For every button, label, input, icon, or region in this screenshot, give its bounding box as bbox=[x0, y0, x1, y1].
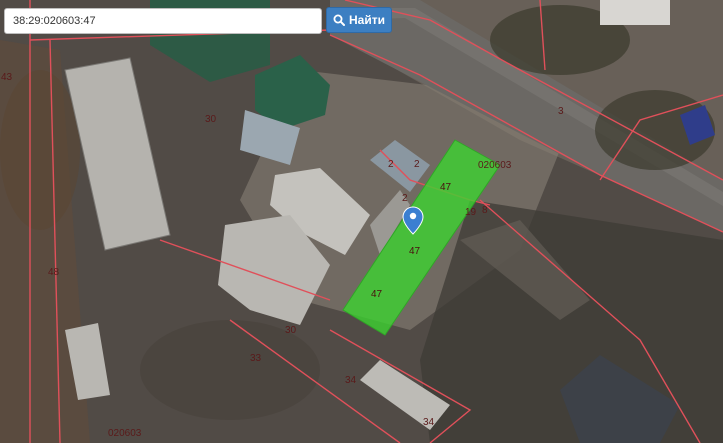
label-30-a: 30 bbox=[205, 114, 217, 125]
label-34-b: 34 bbox=[423, 417, 435, 428]
label-33: 33 bbox=[250, 353, 262, 364]
label-47-b: 47 bbox=[409, 246, 421, 257]
building-ne bbox=[600, 0, 670, 25]
search-input[interactable] bbox=[5, 9, 321, 33]
label-43: 43 bbox=[1, 72, 13, 83]
search-button[interactable]: Найти bbox=[326, 7, 392, 33]
label-2-b: 2 bbox=[414, 159, 420, 170]
label-47-c: 47 bbox=[371, 289, 383, 300]
label-8: 8 bbox=[482, 205, 488, 216]
search-icon bbox=[333, 14, 345, 26]
label-47-a: 47 bbox=[440, 182, 452, 193]
label-2-a: 2 bbox=[388, 159, 394, 170]
search-button-label: Найти bbox=[349, 13, 385, 27]
label-48: 48 bbox=[48, 267, 60, 278]
trees-w bbox=[0, 70, 80, 230]
label-2-c: 2 bbox=[402, 193, 408, 204]
label-block-number: 020603 bbox=[478, 160, 512, 171]
label-19: 19 bbox=[465, 207, 477, 218]
satellite-map[interactable]: 020603 020603 3 8 19 2 2 2 30 30 33 34 3… bbox=[0, 0, 723, 443]
label-3: 3 bbox=[558, 106, 564, 117]
search-box[interactable] bbox=[4, 8, 322, 34]
label-block-number-bottom: 020603 bbox=[108, 428, 142, 439]
label-30-b: 30 bbox=[285, 325, 297, 336]
label-34-a: 34 bbox=[345, 375, 357, 386]
